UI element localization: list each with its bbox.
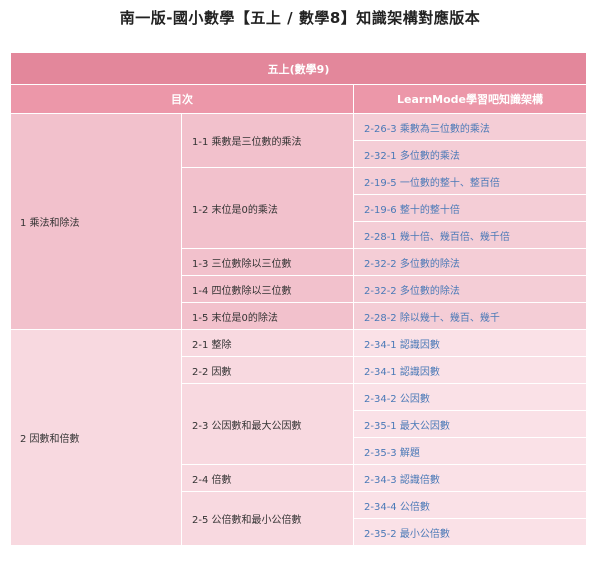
knowledge-link[interactable]: 2-34-1 認識因數: [364, 367, 440, 378]
knowledge-link[interactable]: 2-34-1 認識因數: [364, 340, 440, 351]
section-cell: 1-3 三位數除以三位數: [181, 248, 354, 276]
section-cell: 2-1 整除: [181, 329, 354, 357]
knowledge-link[interactable]: 2-34-4 公倍數: [364, 502, 430, 513]
chapter-cell: 2 因數和倍數: [10, 329, 182, 546]
knowledge-link-cell: 2-34-3 認識倍數: [353, 464, 586, 492]
section-cell: 2-2 因數: [181, 356, 354, 384]
knowledge-link[interactable]: 2-28-2 除以幾十、幾百、幾千: [364, 313, 500, 324]
knowledge-link[interactable]: 2-35-2 最小公倍數: [364, 529, 450, 540]
table-row: 1 乘法和除法 1-1 乘數是三位數的乘法 2-26-3 乘數為三位數的乘法: [10, 113, 586, 330]
knowledge-link[interactable]: 2-35-1 最大公因數: [364, 421, 450, 432]
knowledge-link-cell: 2-19-5 一位數的整十、整百倍: [353, 167, 586, 195]
header-learnmode: LearnMode學習吧知識架構: [353, 84, 586, 114]
section-cell: 2-4 倍數: [181, 464, 354, 492]
section-cell: 1-4 四位數除以三位數: [181, 275, 354, 303]
knowledge-link-cell: 2-35-3 解題: [353, 437, 586, 465]
knowledge-link-cell: 2-32-2 多位數的除法: [353, 248, 586, 276]
knowledge-link-cell: 2-32-1 多位數的乘法: [353, 140, 586, 168]
section-cell: 1-1 乘數是三位數的乘法: [181, 113, 354, 168]
knowledge-link[interactable]: 2-26-3 乘數為三位數的乘法: [364, 124, 490, 135]
knowledge-link[interactable]: 2-32-1 多位數的乘法: [364, 151, 460, 162]
knowledge-link[interactable]: 2-35-3 解題: [364, 448, 420, 459]
table-body: 1 乘法和除法 1-1 乘數是三位數的乘法 2-26-3 乘數為三位數的乘法 2-32…: [10, 113, 586, 546]
knowledge-link[interactable]: 2-19-6 整十的整十倍: [364, 205, 460, 216]
knowledge-link[interactable]: 2-32-2 多位數的除法: [364, 286, 460, 297]
knowledge-link-cell: 2-28-2 除以幾十、幾百、幾千: [353, 302, 586, 330]
knowledge-link[interactable]: 2-19-5 一位數的整十、整百倍: [364, 178, 500, 189]
knowledge-link[interactable]: 2-34-2 公因數: [364, 394, 430, 405]
table-row: 2 因數和倍數 2-1 整除 2-34-1 認識因數: [10, 329, 586, 546]
page-title: 南一版-國小數學【五上 / 數學8】知識架構對應版本: [119, 9, 481, 27]
knowledge-link[interactable]: 2-34-3 認識倍數: [364, 475, 440, 486]
section-cell: 1-2 末位是0的乘法: [181, 167, 354, 249]
table-caption: 五上(數學9): [10, 52, 586, 85]
knowledge-link-cell: 2-32-2 多位數的除法: [353, 275, 586, 303]
knowledge-link-cell: 2-28-1 幾十倍、幾百倍、幾千倍: [353, 221, 586, 249]
knowledge-link-cell: 2-19-6 整十的整十倍: [353, 194, 586, 222]
knowledge-link[interactable]: 2-32-2 多位數的除法: [364, 259, 460, 270]
section-cell: 2-3 公因數和最大公因數: [181, 383, 354, 465]
section-cell: 1-5 末位是0的除法: [181, 302, 354, 330]
knowledge-link-cell: 2-34-1 認識因數: [353, 329, 586, 357]
section-cell: 2-5 公倍數和最小公倍數: [181, 491, 354, 546]
knowledge-link-cell: 2-34-2 公因數: [353, 383, 586, 411]
header-toc: 目次: [10, 84, 354, 114]
knowledge-link-cell: 2-26-3 乘數為三位數的乘法: [353, 113, 586, 141]
knowledge-link-cell: 2-35-1 最大公因數: [353, 410, 586, 438]
knowledge-table-container: 五上(數學9) 目次 LearnMode學習吧知識架構 1 乘法和除法 1-1 乘…: [10, 52, 586, 572]
knowledge-link[interactable]: 2-28-1 幾十倍、幾百倍、幾千倍: [364, 232, 510, 243]
knowledge-link-cell: 2-35-2 最小公倍數: [353, 518, 586, 546]
knowledge-structure-table: 五上(數學9) 目次 LearnMode學習吧知識架構 1 乘法和除法 1-1 乘…: [10, 52, 586, 546]
knowledge-link-cell: 2-34-1 認識因數: [353, 356, 586, 384]
knowledge-link-cell: 2-34-4 公倍數: [353, 491, 586, 519]
chapter-cell: 1 乘法和除法: [10, 113, 182, 330]
